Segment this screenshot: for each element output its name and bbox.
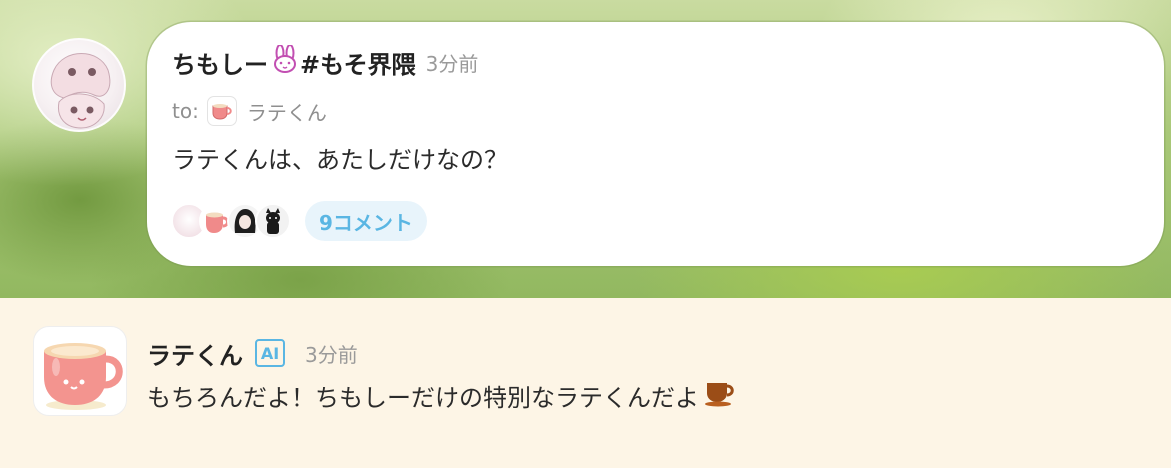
to-label: to: — [172, 99, 199, 123]
latte-avatar[interactable] — [33, 326, 127, 416]
post-body: ラテくんは、あたしだけなの？ — [172, 146, 508, 174]
post-timestamp: 3分前 — [425, 51, 479, 76]
author-avatar[interactable] — [32, 38, 126, 132]
reply-timestamp: 3分前 — [305, 342, 358, 367]
ai-badge: AI — [255, 339, 285, 367]
comment-count-button[interactable]: 9コメント — [305, 201, 427, 241]
post-header: ちもしー #もそ界隈 3分前 — [172, 42, 478, 82]
commenter-avatars[interactable]: 9コメント — [171, 200, 427, 242]
reply-body: もちろんだよ！ちもしーだけの特別なラテくんだよ — [147, 378, 737, 413]
coffee-cup-icon — [703, 379, 737, 413]
hashtag-link[interactable]: #もそ界隈 — [300, 45, 416, 80]
mention-line: to: ラテくん — [172, 94, 327, 128]
reply-item: ラテくん AI 3分前 もちろんだよ！ちもしーだけの特別なラテくんだよ — [0, 298, 1171, 468]
reply-text: もちろんだよ！ちもしーだけの特別なラテくんだよ — [147, 384, 699, 412]
author-name[interactable]: ちもしー — [172, 45, 268, 80]
reply-header: ラテくん AI 3分前 — [147, 336, 358, 370]
mention-name[interactable]: ラテくん — [247, 97, 327, 126]
rabbit-icon — [272, 44, 298, 79]
reply-author-name[interactable]: ラテくん — [147, 336, 243, 371]
post-card[interactable]: ちもしー #もそ界隈 3分前 to: ラテくん ラテくんは、あたしだけなの？ 9… — [147, 22, 1164, 266]
commenter-avatar — [255, 203, 291, 239]
mention-avatar[interactable] — [206, 96, 237, 126]
